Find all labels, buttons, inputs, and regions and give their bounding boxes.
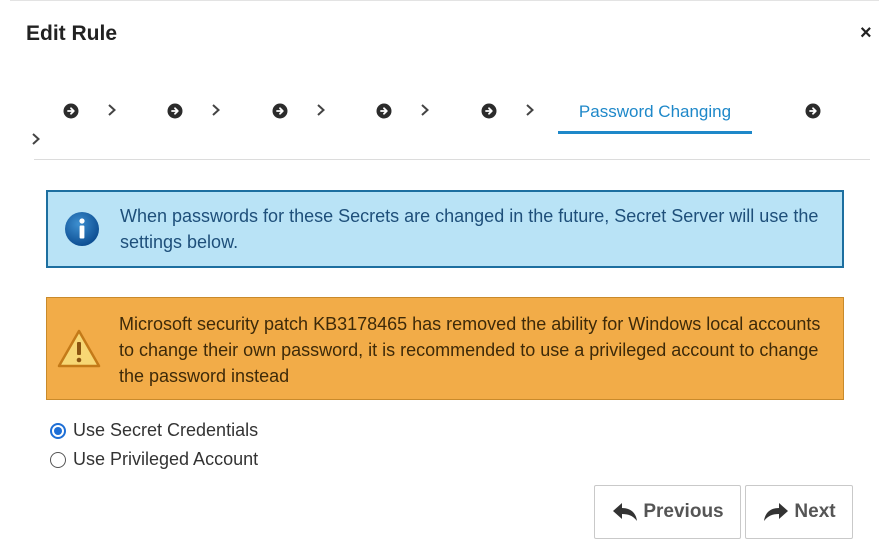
warning-triangle-icon (57, 329, 101, 368)
tab-password-changing[interactable]: Password Changing (558, 90, 752, 134)
dialog-top-border (10, 0, 879, 1)
reply-arrow-icon (613, 503, 638, 521)
step-separator-wrapped (30, 131, 42, 147)
info-alert: When passwords for these Secrets are cha… (46, 190, 844, 268)
option-label: Use Secret Credentials (73, 420, 259, 440)
next-label: Next (794, 501, 836, 522)
step-separator-chevron-icon (421, 104, 429, 116)
option-label: Use Privileged Account (73, 449, 259, 469)
step-separator-chevron-icon (212, 104, 220, 116)
previous-button[interactable]: Previous (594, 485, 741, 539)
option-use-privileged-account[interactable]: Use Privileged Account (50, 449, 258, 470)
warning-alert: Microsoft security patch KB3178465 has r… (46, 297, 844, 400)
previous-label: Previous (643, 501, 724, 522)
active-step-underline (558, 131, 752, 134)
step-2-arrow-circle-icon[interactable] (167, 103, 183, 119)
wizard-steps: Password Changing (0, 90, 879, 150)
forward-arrow-icon (764, 503, 789, 521)
option-use-secret-credentials[interactable]: Use Secret Credentials (50, 420, 258, 441)
step-separator-chevron-icon (108, 104, 116, 116)
warning-alert-text: Microsoft security patch KB3178465 has r… (119, 314, 821, 386)
step-7-arrow-circle-icon[interactable] (805, 103, 821, 119)
step-1-arrow-circle-icon[interactable] (63, 103, 79, 119)
info-alert-text: When passwords for these Secrets are cha… (120, 206, 819, 252)
step-separator-chevron-icon (526, 104, 534, 116)
wizard-divider (34, 159, 870, 160)
close-icon[interactable]: × (860, 22, 872, 44)
info-icon (65, 212, 99, 246)
step-separator-chevron-icon (32, 133, 40, 145)
edit-rule-dialog: Edit Rule × Password Changing When passw… (0, 0, 879, 548)
step-separator-chevron-icon (317, 104, 325, 116)
radio-button-selected[interactable] (50, 422, 66, 439)
step-5-arrow-circle-icon[interactable] (481, 103, 497, 119)
radio-button-unselected[interactable] (50, 451, 66, 468)
next-button[interactable]: Next (745, 485, 853, 539)
step-4-arrow-circle-icon[interactable] (376, 103, 392, 119)
step-3-arrow-circle-icon[interactable] (272, 103, 288, 119)
dialog-title: Edit Rule (26, 22, 118, 45)
